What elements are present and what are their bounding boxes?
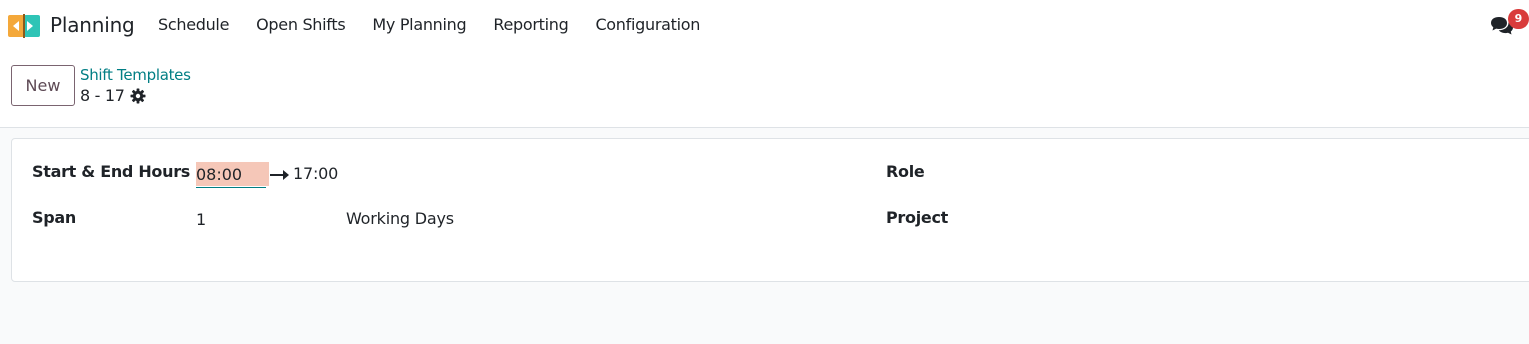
messages-button[interactable]: 9 [1488, 8, 1529, 42]
menu-item-configuration[interactable]: Configuration [595, 15, 700, 34]
planning-app-icon[interactable] [8, 14, 40, 38]
arrow-right-icon [270, 166, 290, 180]
control-panel: New Shift Templates 8 - 17 [0, 52, 1529, 128]
menu-item-my-planning[interactable]: My Planning [372, 15, 466, 34]
gear-icon[interactable] [130, 88, 146, 104]
main-menu: Schedule Open Shifts My Planning Reporti… [158, 15, 727, 34]
span-label: Span [32, 208, 76, 227]
role-label: Role [886, 162, 925, 181]
unread-count-badge: 9 [1508, 9, 1529, 29]
menu-item-open-shifts[interactable]: Open Shifts [256, 15, 346, 34]
project-label: Project [886, 208, 948, 227]
app-name[interactable]: Planning [50, 13, 135, 37]
top-navbar: Planning Schedule Open Shifts My Plannin… [0, 0, 1529, 52]
end-time-field[interactable]: 17:00 [293, 164, 338, 183]
menu-item-schedule[interactable]: Schedule [158, 15, 229, 34]
form-sheet: Start & End Hours 17:00 Span 1 Working D… [11, 138, 1529, 282]
start-end-hours-label: Start & End Hours [32, 162, 191, 181]
breadcrumb-shift-templates[interactable]: Shift Templates [80, 66, 191, 84]
new-button[interactable]: New [11, 65, 75, 106]
start-time-input[interactable] [196, 161, 266, 188]
record-title: 8 - 17 [80, 86, 125, 105]
span-unit-select[interactable]: Working Days [346, 209, 454, 228]
span-value-field[interactable]: 1 [196, 210, 206, 229]
menu-item-reporting[interactable]: Reporting [493, 15, 568, 34]
